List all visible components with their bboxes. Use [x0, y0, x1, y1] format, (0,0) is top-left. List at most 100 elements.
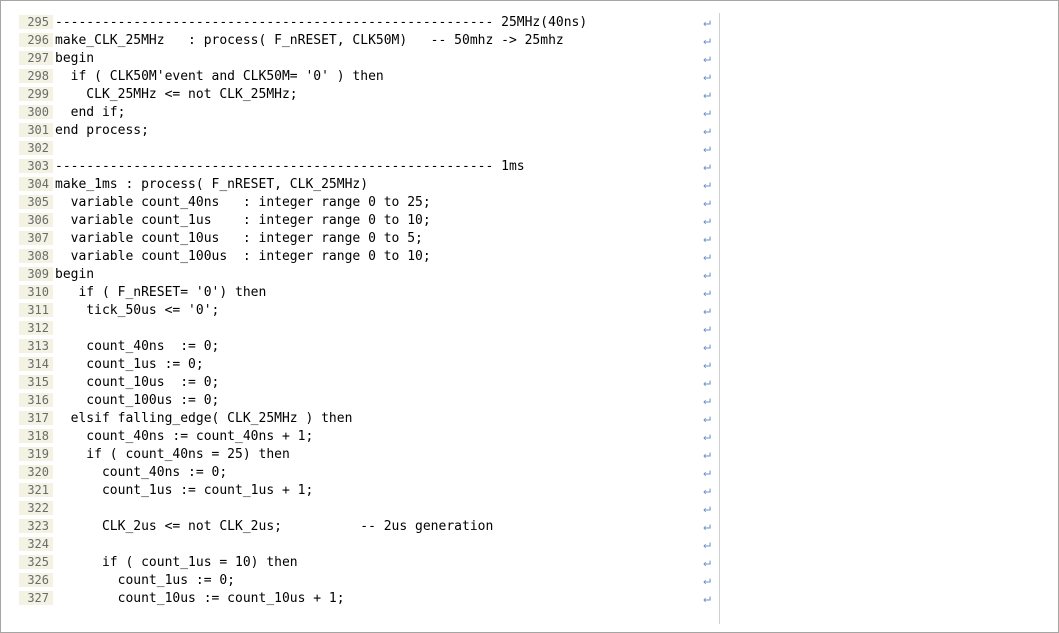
code-line[interactable]: 312 ↵ [19, 319, 711, 337]
line-number: 317 [19, 411, 53, 425]
code-text: end if; [53, 105, 701, 120]
eol-icon: ↵ [701, 231, 711, 246]
code-text: ----------------------------------------… [53, 15, 701, 30]
line-number: 310 [19, 285, 53, 299]
code-line[interactable]: 297begin↵ [19, 49, 711, 67]
line-number: 299 [19, 87, 53, 101]
right-margin [740, 13, 1040, 624]
code-text: CLK_25MHz <= not CLK_25MHz; [53, 87, 701, 102]
eol-icon: ↵ [701, 483, 711, 498]
eol-icon: ↵ [701, 267, 711, 282]
eol-icon: ↵ [701, 501, 711, 516]
code-line[interactable]: 319 if ( count_40ns = 25) then↵ [19, 445, 711, 463]
code-line[interactable]: 304make_1ms : process( F_nRESET, CLK_25M… [19, 175, 711, 193]
code-line[interactable]: 296make_CLK_25MHz : process( F_nRESET, C… [19, 31, 711, 49]
code-line[interactable]: 321 count_1us := count_1us + 1;↵ [19, 481, 711, 499]
code-line[interactable]: 306 variable count_1us : integer range 0… [19, 211, 711, 229]
code-text: count_1us := count_1us + 1; [53, 483, 701, 498]
code-line[interactable]: 323 CLK_2us <= not CLK_2us; -- 2us gener… [19, 517, 711, 535]
eol-icon: ↵ [701, 429, 711, 444]
eol-icon: ↵ [701, 591, 711, 606]
eol-icon: ↵ [701, 321, 711, 336]
eol-icon: ↵ [701, 51, 711, 66]
code-line[interactable]: 327 count_10us := count_10us + 1;↵ [19, 589, 711, 607]
code-line[interactable]: 325 if ( count_1us = 10) then↵ [19, 553, 711, 571]
eol-icon: ↵ [701, 339, 711, 354]
line-number: 304 [19, 177, 53, 191]
code-text: tick_50us <= '0'; [53, 303, 701, 318]
code-line[interactable]: 295-------------------------------------… [19, 13, 711, 31]
code-text [53, 321, 701, 336]
code-text: variable count_10us : integer range 0 to… [53, 231, 701, 246]
eol-icon: ↵ [701, 555, 711, 570]
code-line[interactable]: 315 count_10us := 0;↵ [19, 373, 711, 391]
eol-icon: ↵ [701, 141, 711, 156]
code-line[interactable]: 322 ↵ [19, 499, 711, 517]
eol-icon: ↵ [701, 159, 711, 174]
code-text [53, 501, 701, 516]
eol-icon: ↵ [701, 105, 711, 120]
code-text: count_40ns := 0; [53, 339, 701, 354]
code-text: count_1us := 0; [53, 573, 701, 588]
code-line[interactable]: 316 count_100us := 0;↵ [19, 391, 711, 409]
eol-icon: ↵ [701, 15, 711, 30]
code-line[interactable]: 311 tick_50us <= '0';↵ [19, 301, 711, 319]
line-number: 307 [19, 231, 53, 245]
editor: 295-------------------------------------… [19, 13, 1040, 624]
eol-icon: ↵ [701, 87, 711, 102]
code-line[interactable]: 308 variable count_100us : integer range… [19, 247, 711, 265]
code-line[interactable]: 309begin↵ [19, 265, 711, 283]
code-text: if ( F_nRESET= '0') then [53, 285, 701, 300]
eol-icon: ↵ [701, 447, 711, 462]
code-line[interactable]: 324 ↵ [19, 535, 711, 553]
line-number: 306 [19, 213, 53, 227]
line-number: 300 [19, 105, 53, 119]
code-text: begin [53, 267, 701, 282]
code-text: make_1ms : process( F_nRESET, CLK_25MHz) [53, 177, 701, 192]
line-number: 311 [19, 303, 53, 317]
code-line[interactable]: 300 end if;↵ [19, 103, 711, 121]
code-line[interactable]: 314 count_1us := 0;↵ [19, 355, 711, 373]
code-text: if ( count_1us = 10) then [53, 555, 701, 570]
code-line[interactable]: 303-------------------------------------… [19, 157, 711, 175]
line-number: 321 [19, 483, 53, 497]
code-text: if ( count_40ns = 25) then [53, 447, 701, 462]
code-text: variable count_1us : integer range 0 to … [53, 213, 701, 228]
line-number: 316 [19, 393, 53, 407]
code-pane: 295-------------------------------------… [19, 13, 711, 624]
code-text: if ( CLK50M'event and CLK50M= '0' ) then [53, 69, 701, 84]
eol-icon: ↵ [701, 411, 711, 426]
code-text: begin [53, 51, 701, 66]
code-line[interactable]: 305 variable count_40ns : integer range … [19, 193, 711, 211]
eol-icon: ↵ [701, 357, 711, 372]
code-text: count_1us := 0; [53, 357, 701, 372]
code-line[interactable]: 318 count_40ns := count_40ns + 1;↵ [19, 427, 711, 445]
eol-icon: ↵ [701, 573, 711, 588]
code-text: elsif falling_edge( CLK_25MHz ) then [53, 411, 701, 426]
code-text [53, 537, 701, 552]
line-number: 313 [19, 339, 53, 353]
code-line[interactable]: 301end process;↵ [19, 121, 711, 139]
code-line[interactable]: 299 CLK_25MHz <= not CLK_25MHz;↵ [19, 85, 711, 103]
eol-icon: ↵ [701, 303, 711, 318]
code-line[interactable]: 313 count_40ns := 0;↵ [19, 337, 711, 355]
code-line[interactable]: 307 variable count_10us : integer range … [19, 229, 711, 247]
editor-frame: 295-------------------------------------… [0, 0, 1059, 633]
code-line[interactable]: 302 ↵ [19, 139, 711, 157]
code-line[interactable]: 326 count_1us := 0;↵ [19, 571, 711, 589]
code-text: variable count_100us : integer range 0 t… [53, 249, 701, 264]
code-line[interactable]: 317 elsif falling_edge( CLK_25MHz ) then… [19, 409, 711, 427]
code-line[interactable]: 298 if ( CLK50M'event and CLK50M= '0' ) … [19, 67, 711, 85]
code-text: count_40ns := count_40ns + 1; [53, 429, 701, 444]
code-line[interactable]: 320 count_40ns := 0;↵ [19, 463, 711, 481]
code-text: count_100us := 0; [53, 393, 701, 408]
eol-icon: ↵ [701, 375, 711, 390]
code-text: CLK_2us <= not CLK_2us; -- 2us generatio… [53, 519, 701, 534]
eol-icon: ↵ [701, 393, 711, 408]
line-number: 302 [19, 141, 53, 155]
code-line[interactable]: 310 if ( F_nRESET= '0') then↵ [19, 283, 711, 301]
eol-icon: ↵ [701, 177, 711, 192]
line-number: 303 [19, 159, 53, 173]
line-number: 327 [19, 591, 53, 605]
code-text: count_10us := count_10us + 1; [53, 591, 701, 606]
